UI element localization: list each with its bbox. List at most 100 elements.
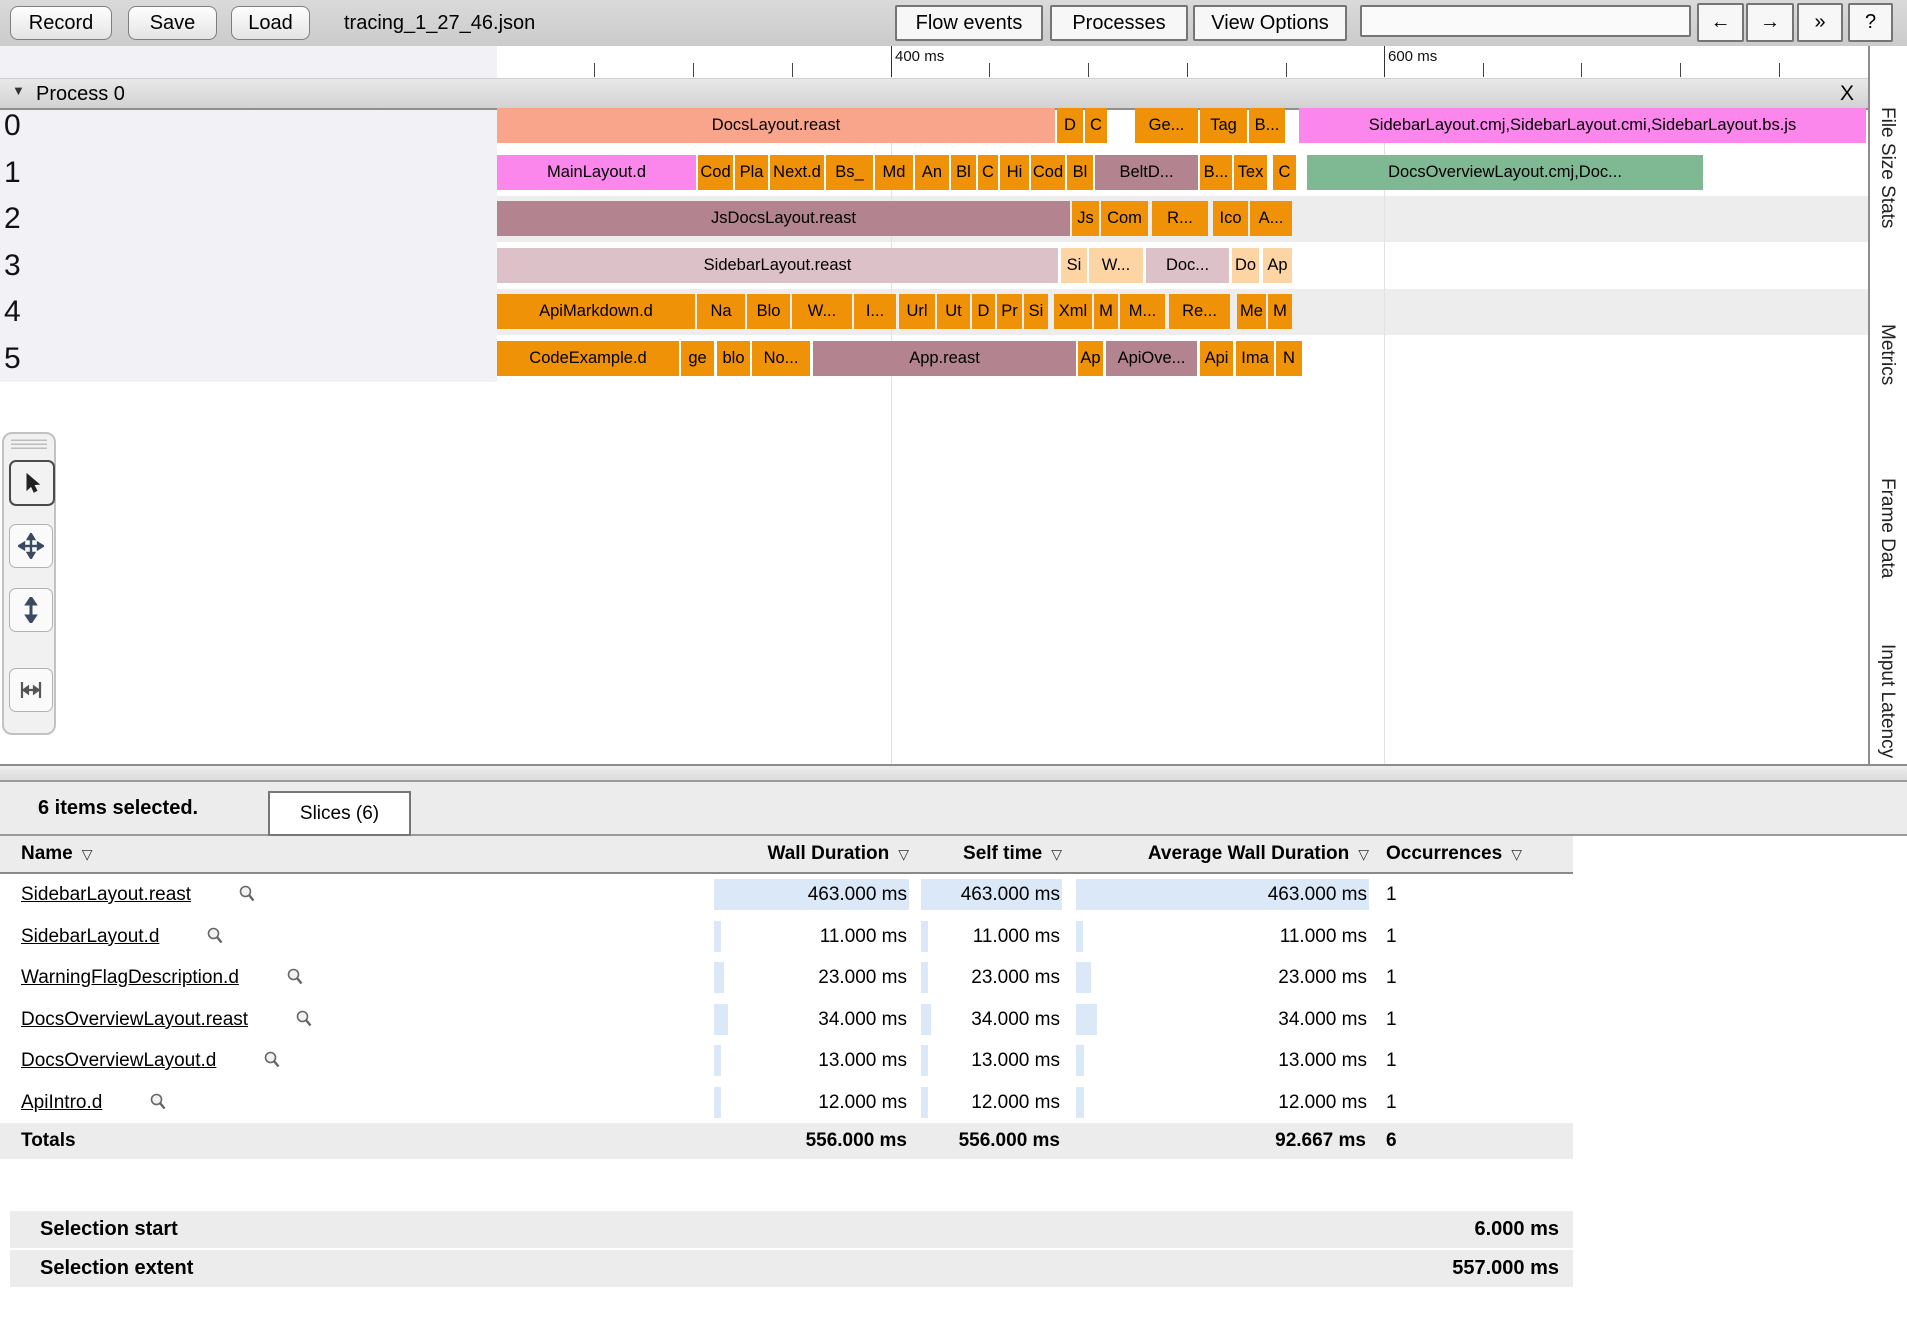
trace-slice[interactable]: Pr bbox=[997, 294, 1022, 329]
magnifier-icon[interactable] bbox=[237, 884, 257, 904]
zoom-tool-button[interactable] bbox=[9, 588, 53, 632]
trace-slice[interactable]: Ut bbox=[937, 294, 970, 329]
trace-slice[interactable]: Do bbox=[1232, 248, 1259, 283]
selection-tool-button[interactable] bbox=[9, 460, 55, 506]
trace-slice[interactable]: Ap bbox=[1263, 248, 1292, 283]
trace-slice[interactable]: Bs_ bbox=[826, 155, 873, 190]
trace-slice[interactable]: Next.d bbox=[770, 155, 824, 190]
trace-slice[interactable]: CodeExample.d bbox=[497, 341, 679, 376]
trace-slice[interactable]: Ima bbox=[1236, 341, 1274, 376]
magnifier-icon[interactable] bbox=[205, 926, 225, 946]
help-button[interactable]: ? bbox=[1848, 3, 1893, 42]
trace-slice[interactable]: Blo bbox=[747, 294, 790, 329]
trace-slice[interactable]: R... bbox=[1152, 201, 1208, 236]
magnifier-icon[interactable] bbox=[148, 1092, 168, 1112]
trace-slice[interactable]: BeltD... bbox=[1095, 155, 1198, 190]
trace-slice[interactable]: C bbox=[1085, 108, 1107, 143]
trace-slice[interactable]: Url bbox=[899, 294, 935, 329]
trace-slice[interactable]: Xml bbox=[1054, 294, 1092, 329]
record-button[interactable]: Record bbox=[10, 6, 112, 40]
trace-slice[interactable]: B... bbox=[1200, 155, 1232, 190]
trace-slice[interactable]: Tex bbox=[1234, 155, 1267, 190]
trace-slice[interactable]: N bbox=[1276, 341, 1302, 376]
save-button[interactable]: Save bbox=[128, 6, 217, 40]
pane-splitter[interactable] bbox=[0, 764, 1907, 782]
trace-slice[interactable]: Bl bbox=[1067, 155, 1093, 190]
trace-slice[interactable]: Hi bbox=[1000, 155, 1029, 190]
column-header-wall-duration[interactable]: Wall Duration▽ bbox=[714, 836, 909, 872]
magnifier-icon[interactable] bbox=[285, 967, 305, 987]
trace-slice[interactable]: M... bbox=[1120, 294, 1165, 329]
slice-name-link[interactable]: ApiIntro.d bbox=[21, 1082, 122, 1124]
view-options-button[interactable]: View Options bbox=[1193, 5, 1347, 41]
slice-name-link[interactable]: DocsOverviewLayout.reast bbox=[21, 999, 268, 1041]
palette-grip-handle[interactable] bbox=[11, 439, 47, 449]
trace-slice[interactable]: App.reast bbox=[813, 341, 1076, 376]
trace-slice[interactable]: C bbox=[1273, 155, 1296, 190]
trace-slice[interactable]: DocsLayout.reast bbox=[497, 108, 1055, 143]
trace-slice[interactable]: ge bbox=[681, 341, 714, 376]
trace-slice[interactable]: Js bbox=[1072, 201, 1099, 236]
trace-slice[interactable]: blo bbox=[717, 341, 750, 376]
trace-slice[interactable]: Ge... bbox=[1135, 108, 1198, 143]
trace-slice[interactable]: D bbox=[972, 294, 995, 329]
find-previous-button[interactable]: ← bbox=[1697, 3, 1744, 42]
trace-slice[interactable]: Ico bbox=[1213, 201, 1248, 236]
sidebar-tab-frame-data[interactable]: Frame Data bbox=[1876, 478, 1898, 578]
trace-slice[interactable]: Cod bbox=[1031, 155, 1065, 190]
trace-slice[interactable]: SidebarLayout.cmj,SidebarLayout.cmi,Side… bbox=[1299, 108, 1866, 143]
trace-slice[interactable]: B... bbox=[1249, 108, 1285, 143]
trace-slice[interactable]: Tag bbox=[1200, 108, 1247, 143]
sidebar-tab-input-latency[interactable]: Input Latency bbox=[1876, 644, 1898, 758]
timing-tool-button[interactable] bbox=[9, 668, 53, 712]
column-header-self-time[interactable]: Self time▽ bbox=[921, 836, 1062, 872]
trace-slice[interactable]: An bbox=[915, 155, 949, 190]
trace-slice[interactable]: Si bbox=[1061, 248, 1087, 283]
trace-slice[interactable]: W... bbox=[1089, 248, 1143, 283]
trace-slice[interactable]: Me bbox=[1237, 294, 1266, 329]
trace-slice[interactable]: SidebarLayout.reast bbox=[497, 248, 1058, 283]
trace-slice[interactable]: Api bbox=[1200, 341, 1233, 376]
trace-slice[interactable]: W... bbox=[792, 294, 852, 329]
trace-slice[interactable]: JsDocsLayout.reast bbox=[497, 201, 1070, 236]
trace-slice[interactable]: MainLayout.d bbox=[497, 155, 696, 190]
tab-slices[interactable]: Slices (6) bbox=[268, 791, 411, 836]
magnifier-icon[interactable] bbox=[294, 1009, 314, 1029]
trace-slice[interactable]: Re... bbox=[1169, 294, 1230, 329]
trace-slice[interactable]: D bbox=[1057, 108, 1083, 143]
overflow-menu-button[interactable]: » bbox=[1797, 3, 1843, 42]
slice-name-link[interactable]: WarningFlagDescription.d bbox=[21, 957, 259, 999]
trace-slice[interactable]: Ap bbox=[1078, 341, 1103, 376]
collapse-arrow-icon[interactable]: ▼ bbox=[12, 83, 25, 98]
sidebar-tab-metrics[interactable]: Metrics bbox=[1876, 324, 1898, 385]
trace-slice[interactable]: Na bbox=[697, 294, 745, 329]
trace-slice[interactable]: Cod bbox=[698, 155, 733, 190]
slice-name-link[interactable]: DocsOverviewLayout.d bbox=[21, 1040, 236, 1082]
column-header-average-wall-duration[interactable]: Average Wall Duration▽ bbox=[1076, 836, 1369, 872]
pan-tool-button[interactable] bbox=[9, 524, 53, 568]
trace-slice[interactable]: Md bbox=[875, 155, 913, 190]
trace-slice[interactable]: Com bbox=[1101, 201, 1148, 236]
trace-slice[interactable]: No... bbox=[752, 341, 810, 376]
trace-slice[interactable]: ApiOve... bbox=[1106, 341, 1197, 376]
slice-name-link[interactable]: SidebarLayout.reast bbox=[21, 874, 211, 916]
trace-slice[interactable]: Si bbox=[1024, 294, 1048, 329]
trace-slice[interactable]: M bbox=[1094, 294, 1118, 329]
trace-slice[interactable]: I... bbox=[854, 294, 896, 329]
flow-events-button[interactable]: Flow events bbox=[895, 5, 1043, 41]
trace-slice[interactable]: ApiMarkdown.d bbox=[497, 294, 695, 329]
process-close-button[interactable]: X bbox=[1840, 79, 1854, 108]
trace-slice[interactable]: M bbox=[1268, 294, 1292, 329]
load-button[interactable]: Load bbox=[231, 6, 310, 40]
column-header-name[interactable]: Name▽ bbox=[21, 836, 93, 872]
sidebar-tab-file-size-stats[interactable]: File Size Stats bbox=[1876, 107, 1898, 228]
trace-slice[interactable]: DocsOverviewLayout.cmj,Doc... bbox=[1307, 155, 1703, 190]
magnifier-icon[interactable] bbox=[262, 1050, 282, 1070]
find-next-button[interactable]: → bbox=[1746, 3, 1794, 42]
trace-slice[interactable]: A... bbox=[1250, 201, 1292, 236]
processes-button[interactable]: Processes bbox=[1050, 5, 1188, 41]
column-header-occurrences[interactable]: Occurrences▽ bbox=[1386, 836, 1522, 872]
trace-slice[interactable]: Bl bbox=[951, 155, 976, 190]
slice-name-link[interactable]: SidebarLayout.d bbox=[21, 916, 179, 958]
trace-slice[interactable]: Doc... bbox=[1146, 248, 1229, 283]
